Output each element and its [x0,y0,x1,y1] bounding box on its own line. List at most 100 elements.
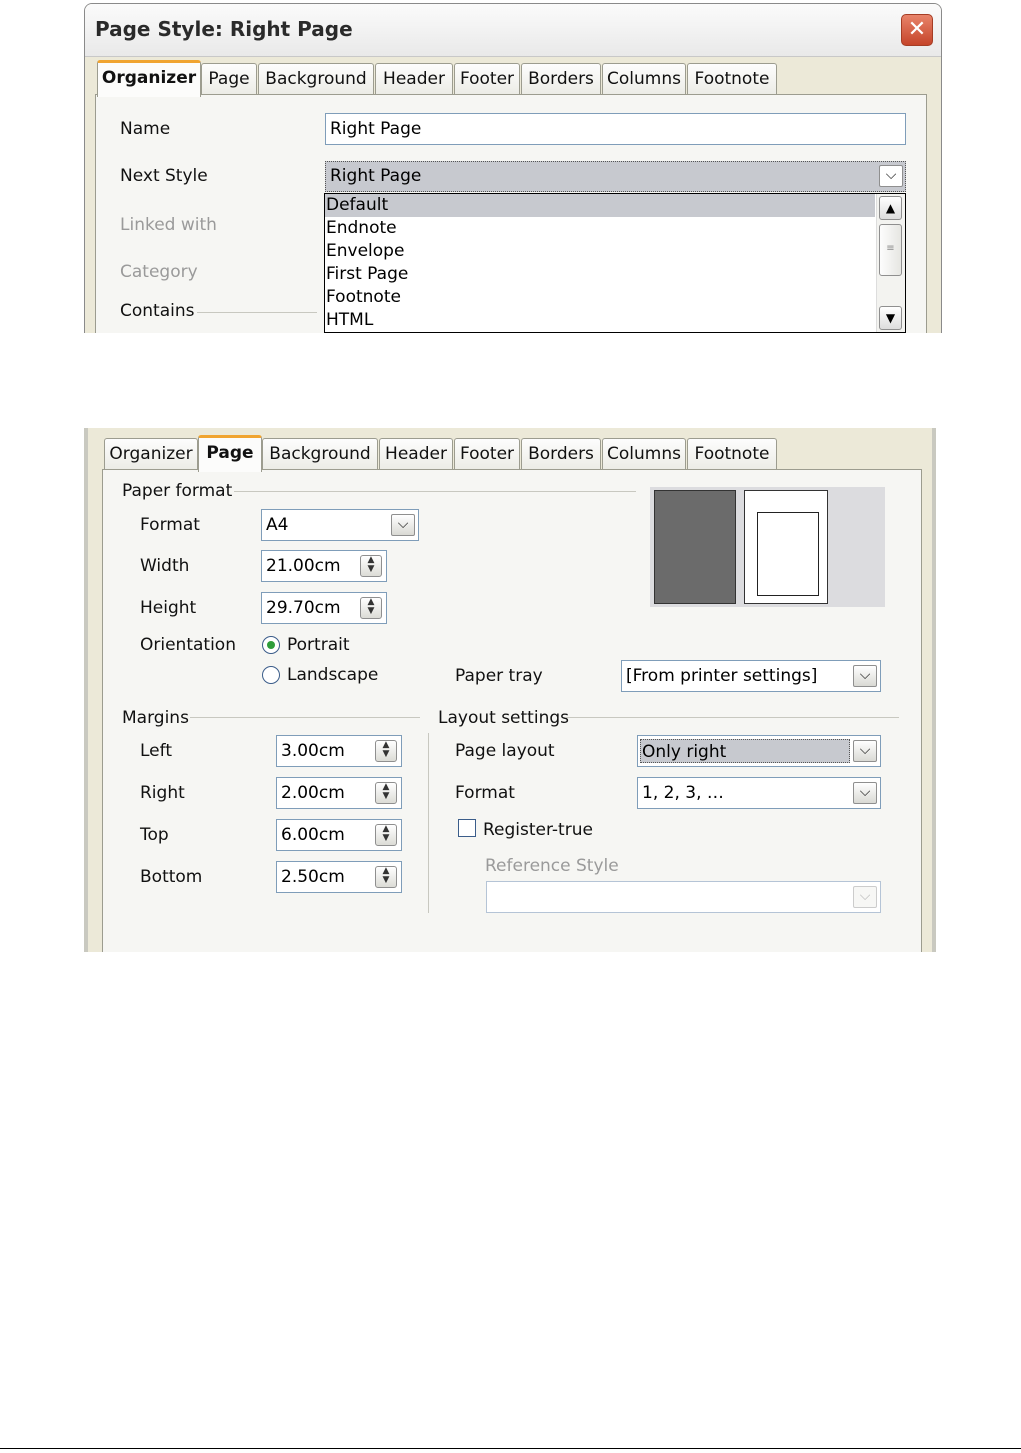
option-envelope[interactable]: Envelope [325,240,875,263]
tab-header[interactable]: Header [379,438,453,469]
title-bar: Page Style: Right Page ✕ [85,4,941,57]
tab-columns[interactable]: Columns [602,438,686,469]
height-value: 29.70cm [266,598,341,618]
tab-columns[interactable]: Columns [602,63,686,94]
option-first-page[interactable]: First Page [325,263,875,286]
tab-borders[interactable]: Borders [521,63,601,94]
paper-tray-label: Paper tray [455,666,543,686]
option-list: Default Endnote Envelope First Page Foot… [325,194,875,332]
margin-right-label: Right [140,783,185,803]
height-spinfield[interactable]: 29.70cm ▲ ▼ [261,592,387,624]
name-label: Name [120,119,170,139]
contains-label: Contains [120,301,195,321]
margin-left-label: Left [140,741,172,761]
register-true-label[interactable]: Register-true [483,820,593,840]
spin-arrows-icon[interactable]: ▲ ▼ [375,824,397,846]
option-html[interactable]: HTML [325,309,875,332]
page-style-dialog-organizer: Page Style: Right Page ✕ Organizer Page … [84,3,942,333]
page-bottom-rule [0,1448,1021,1449]
page-style-dialog-page: Organizer Page Background Header Footer … [84,428,936,952]
margin-left-value: 3.00cm [281,741,345,761]
scroll-up-icon[interactable]: ▲ [879,196,902,220]
number-format-select[interactable]: 1, 2, 3, … ⌵ [637,777,881,809]
spin-arrows-icon[interactable]: ▲ ▼ [360,555,382,577]
page-layout-select[interactable]: Only right ⌵ [637,735,881,767]
landscape-label[interactable]: Landscape [287,665,378,685]
margin-top-value: 6.00cm [281,825,345,845]
tab-bar: Organizer Page Background Header Footer … [104,435,904,472]
tab-header[interactable]: Header [375,63,453,94]
format-select[interactable]: A4 ⌵ [261,509,419,541]
paper-format-group-label: Paper format [122,481,233,501]
next-style-value: Right Page [330,166,422,186]
chevron-down-icon[interactable]: ⌵ [391,514,415,536]
scroll-thumb[interactable]: ≡ [879,224,902,276]
portrait-label[interactable]: Portrait [287,635,350,655]
preview-right-page [744,490,828,604]
width-spinfield[interactable]: 21.00cm ▲ ▼ [261,550,387,582]
dropdown-scrollbar[interactable]: ▲ ≡ ▼ [876,194,905,332]
margin-bottom-label: Bottom [140,867,203,887]
margin-top-spinfield[interactable]: 6.00cm ▲ ▼ [276,819,402,851]
layout-settings-group-label: Layout settings [438,708,569,728]
portrait-radio[interactable] [262,636,280,654]
tab-footnote[interactable]: Footnote [687,63,777,94]
tab-background[interactable]: Background [262,438,378,469]
next-style-label: Next Style [120,166,208,186]
page-layout-label: Page layout [455,741,555,761]
chevron-down-icon[interactable]: ⌵ [879,165,903,187]
option-footnote[interactable]: Footnote [325,286,875,309]
margin-left-spinfield[interactable]: 3.00cm ▲ ▼ [276,735,402,767]
reference-style-select: ⌵ [486,881,881,913]
spin-arrows-icon[interactable]: ▲ ▼ [375,740,397,762]
register-true-checkbox[interactable] [458,819,476,837]
name-input[interactable]: Right Page [325,113,906,145]
spin-arrows-icon[interactable]: ▲ ▼ [360,597,382,619]
tab-page[interactable]: Page [201,63,257,94]
tab-organizer[interactable]: Organizer [97,60,201,97]
landscape-radio[interactable] [262,666,280,684]
tab-footnote[interactable]: Footnote [687,438,777,469]
margin-bottom-spinfield[interactable]: 2.50cm ▲ ▼ [276,861,402,893]
option-default[interactable]: Default [325,194,875,217]
option-endnote[interactable]: Endnote [325,217,875,240]
dialog-title: Page Style: Right Page [95,17,353,41]
spin-arrows-icon[interactable]: ▲ ▼ [375,866,397,888]
linked-with-label: Linked with [120,215,217,235]
next-style-select[interactable]: Right Page ⌵ [325,161,906,192]
tab-borders[interactable]: Borders [521,438,601,469]
page-layout-value: Only right [640,739,850,763]
paper-tray-select[interactable]: [From printer settings] ⌵ [621,660,881,692]
spin-arrows-icon[interactable]: ▲ ▼ [375,782,397,804]
page-preview [650,487,885,607]
format-value: A4 [266,515,289,535]
paper-tray-value: [From printer settings] [626,666,818,686]
name-label-text: Name [120,119,171,139]
chevron-down-icon[interactable]: ⌵ [853,665,877,687]
category-label: Category [120,262,198,282]
format-label: Format [140,515,200,535]
paper-format-divider [234,491,636,492]
width-label: Width [140,556,190,576]
tab-background[interactable]: Background [258,63,374,94]
layout-settings-divider [566,717,899,718]
close-icon[interactable]: ✕ [901,14,933,46]
margin-bottom-value: 2.50cm [281,867,345,887]
chevron-down-icon[interactable]: ⌵ [853,782,877,804]
width-value: 21.00cm [266,556,341,576]
margin-right-spinfield[interactable]: 2.00cm ▲ ▼ [276,777,402,809]
number-format-value: 1, 2, 3, … [642,783,724,803]
tab-bar: Organizer Page Background Header Footer … [97,60,927,97]
tab-footer[interactable]: Footer [454,438,520,469]
tab-page[interactable]: Page [198,435,262,472]
scroll-down-icon[interactable]: ▼ [879,306,902,330]
tab-footer[interactable]: Footer [454,63,520,94]
margin-top-label: Top [140,825,169,845]
margins-group-label: Margins [122,708,189,728]
tab-organizer[interactable]: Organizer [104,438,198,469]
column-divider [428,733,429,913]
number-format-label: Format [455,783,515,803]
height-label: Height [140,598,197,618]
chevron-down-icon[interactable]: ⌵ [853,740,877,762]
chevron-down-icon: ⌵ [853,886,877,908]
